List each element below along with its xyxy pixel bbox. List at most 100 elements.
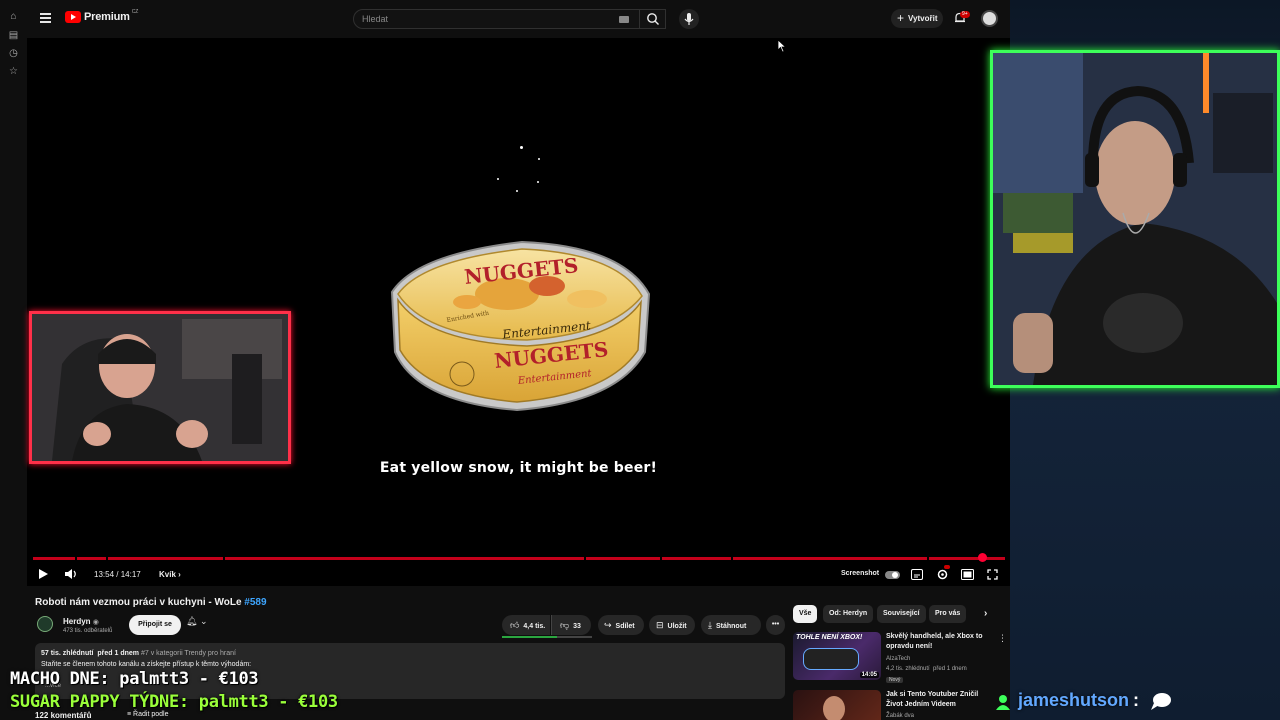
channel-name[interactable]: Herdyn ◉ xyxy=(63,617,99,626)
hd-badge xyxy=(944,565,950,569)
chat-colon: : xyxy=(1133,690,1139,710)
dislike-count: 33 xyxy=(573,623,581,630)
youtube-premium-logo[interactable]: Premium CZ xyxy=(65,9,139,23)
left-facecam xyxy=(29,311,291,464)
search-input[interactable]: Hledat xyxy=(353,9,666,29)
trending-tag[interactable]: #7 v kategorii Trendy pro hraní xyxy=(141,650,236,657)
fullscreen-icon[interactable] xyxy=(987,569,998,580)
screenshot-label: Screenshot xyxy=(841,570,880,577)
subscription-bell-button[interactable]: 🔔︎ ⌄ xyxy=(186,616,222,635)
streamer-left-image xyxy=(32,314,288,461)
logo-country: CZ xyxy=(131,9,139,15)
video-title: Roboti nám vezmou práci v kuchyni - WoLe… xyxy=(35,597,267,608)
subtitles-icon[interactable] xyxy=(911,569,923,580)
time-display: 13:54 / 14:17 xyxy=(94,570,141,579)
save-label: Uložit xyxy=(667,623,687,630)
chip-from-channel[interactable]: Od: Herdyn xyxy=(823,605,874,623)
chevron-right-icon[interactable]: › xyxy=(978,605,993,623)
rec-title[interactable]: Skvělý handheld, ale Xbox to opravdu nen… xyxy=(886,632,994,652)
sort-comments-button[interactable]: ≡ Řadit podle xyxy=(127,711,168,718)
rec-meta: 4,2 tis. zhlédnutí před 1 dnem xyxy=(886,666,967,672)
thumbs-down-icon: 👎︎ xyxy=(560,620,570,630)
video-title-text: Roboti nám vezmou práci v kuchyni - WoLe xyxy=(35,597,242,608)
home-icon[interactable]: ⌂ xyxy=(8,11,19,22)
join-button[interactable]: Připojit se xyxy=(129,615,181,635)
rec-thumbnail[interactable]: TOHLE NENÍ XBOX! 14:05 xyxy=(793,632,881,680)
chat-user-badge-icon xyxy=(996,695,1010,710)
download-button[interactable]: ⤓ Stáhnout xyxy=(701,615,761,635)
sugar-pappy-overlay: SUGAR PAPPY TÝDNE: palmtt3 - €103 xyxy=(10,692,338,712)
thumbs-up-icon: 👍︎ xyxy=(510,620,520,630)
macho-overlay: MACHO DNE: palmtt3 - €103 xyxy=(10,669,259,689)
share-icon: ↪ xyxy=(604,620,612,630)
search-placeholder: Hledat xyxy=(362,14,389,24)
chip-for-you[interactable]: Pro vás xyxy=(929,605,967,623)
logo-text: Premium xyxy=(84,11,130,23)
thumbnail-face-image xyxy=(823,696,845,720)
current-time: 13:54 xyxy=(94,570,115,579)
channel-avatar[interactable] xyxy=(37,616,53,632)
play-icon[interactable] xyxy=(37,568,49,580)
theater-mode-icon[interactable] xyxy=(961,569,974,580)
like-count: 4,4 tis. xyxy=(523,623,546,630)
screen: { "topbar": { "logo_text": "Premium", "l… xyxy=(0,0,1280,720)
masthead: Premium CZ Hledat + Vytvořit 9+ xyxy=(27,0,1010,38)
dislike-button[interactable]: 👎︎ 33 xyxy=(551,615,591,635)
search-button[interactable] xyxy=(639,9,666,29)
total-time: 14:17 xyxy=(120,570,141,579)
time-separator: / xyxy=(114,570,121,579)
settings-gear-icon[interactable] xyxy=(936,568,949,581)
progress-bar[interactable] xyxy=(33,557,1005,560)
voice-search-button[interactable] xyxy=(679,9,699,29)
share-button[interactable]: ↪ Sdílet xyxy=(598,615,644,635)
chapter-label: Kvík xyxy=(159,570,176,579)
volume-icon[interactable] xyxy=(64,568,78,580)
chip-all[interactable]: Vše xyxy=(793,605,818,623)
channel-name-text: Herdyn xyxy=(63,617,91,626)
right-facecam xyxy=(990,50,1280,388)
chapter-button[interactable]: Kvík › xyxy=(159,570,181,579)
rec-channel[interactable]: AlzaTech xyxy=(886,656,910,662)
more-vertical-icon[interactable]: ⋮ xyxy=(998,633,1007,644)
save-button[interactable]: ⊟ Uložit xyxy=(649,615,695,635)
download-icon: ⤓ xyxy=(708,620,712,630)
account-avatar[interactable] xyxy=(981,10,998,27)
chip-related[interactable]: Související xyxy=(877,605,926,623)
sugar-pappy-value: palmtt3 - €103 xyxy=(198,692,338,712)
share-label: Sdílet xyxy=(615,623,635,630)
chat-emote-icon xyxy=(1151,693,1171,710)
create-button[interactable]: + Vytvořit xyxy=(891,9,943,28)
plus-icon: + xyxy=(897,11,905,25)
chat-username: jameshutson xyxy=(1018,690,1130,710)
like-button[interactable]: 👍︎ 4,4 tis. xyxy=(502,615,550,635)
menu-icon[interactable] xyxy=(40,13,51,23)
description-text: Staňte se členem tohoto kanálu a získejt… xyxy=(41,661,252,668)
mini-guide: ⌂ ▤ ◷ ☆ xyxy=(0,0,27,720)
rec-thumbnail[interactable] xyxy=(793,690,881,720)
bookmark-icon: ⊟ xyxy=(656,620,664,630)
create-label: Vytvořit xyxy=(908,14,938,23)
more-actions-button[interactable]: ••• xyxy=(766,615,785,635)
notification-badge: 9+ xyxy=(960,11,970,18)
explore-icon[interactable]: ☆ xyxy=(8,66,19,77)
rec-title[interactable]: Jak si Tento Youtuber Zničil Život Jední… xyxy=(886,690,994,710)
scrubber-handle[interactable] xyxy=(977,553,987,562)
search-icon xyxy=(647,13,659,25)
episode-hashtag[interactable]: #589 xyxy=(244,597,266,608)
like-ratio-bar xyxy=(502,636,592,638)
verified-icon: ◉ xyxy=(92,619,99,626)
sugar-pappy-label: SUGAR PAPPY TÝDNE: xyxy=(10,692,199,712)
view-stats: 57 tis. zhlédnutí před 1 dnem xyxy=(41,650,140,657)
nuggets-can-image: NUGGETS Enriched with Entertainment NUGG… xyxy=(390,240,651,412)
keyboard-icon[interactable] xyxy=(619,16,629,23)
subscriptions-icon[interactable]: ▤ xyxy=(8,30,19,41)
channel-subscribers: 473 tis. odběratelů xyxy=(63,628,113,634)
rec-channel[interactable]: Žabák dva xyxy=(886,713,914,719)
rec-duration: 14:05 xyxy=(859,672,879,678)
description-stats-line: 57 tis. zhlédnutí před 1 dnem #7 v kateg… xyxy=(41,650,236,657)
more-horizontal-icon: ••• xyxy=(771,621,780,628)
bell-icon: 🔔︎ xyxy=(186,616,198,626)
history-icon[interactable]: ◷ xyxy=(8,48,19,59)
chevron-right-icon: › xyxy=(178,570,181,579)
screenshot-toggle[interactable] xyxy=(885,571,900,579)
